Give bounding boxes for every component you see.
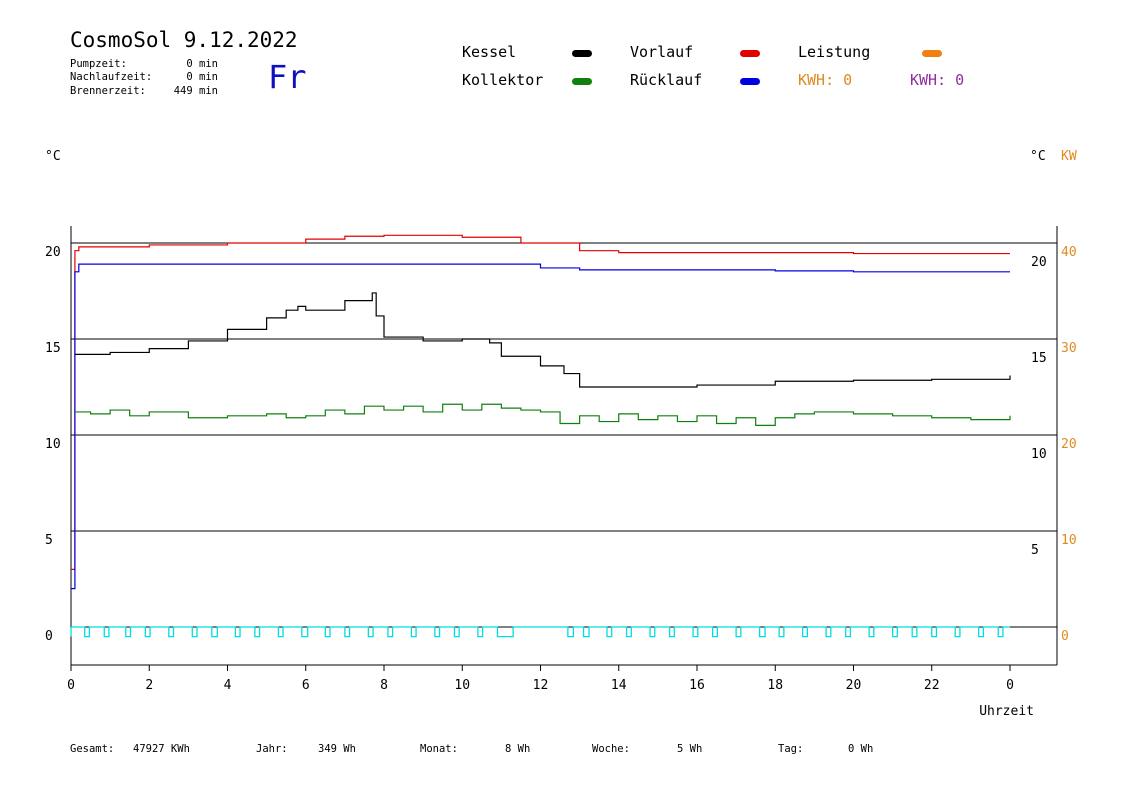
x-tick-label-0: 0	[67, 678, 75, 693]
y-tick-right-kw-40: 40	[1061, 245, 1077, 260]
series-kessel	[74, 292, 1011, 388]
footer-monat-label: Monat:	[420, 743, 458, 755]
x-tick-label-3: 6	[302, 678, 310, 693]
footer-jahr-label: Jahr:	[256, 743, 288, 755]
y-tick-right-kw-10: 10	[1061, 533, 1077, 548]
y-tick-right-kw-30: 30	[1061, 341, 1077, 356]
x-tick-label-5: 10	[454, 678, 470, 693]
x-tick-label-10: 20	[846, 678, 862, 693]
series-pumpe	[71, 626, 1010, 638]
y-tick-left-10: 10	[45, 437, 61, 452]
y-tick-right-kw-20: 20	[1061, 437, 1077, 452]
y-tick-right-c-10: 10	[1031, 447, 1047, 462]
footer-woche-value: 5 Wh	[677, 743, 703, 755]
footer-monat-value: 8 Wh	[505, 743, 531, 755]
y-tick-right-kw-0: 0	[1061, 629, 1069, 644]
x-tick-label-8: 16	[689, 678, 705, 693]
y-tick-left-15: 15	[45, 341, 61, 356]
chart-canvas: 0 5 10 15 20 5 10 15 20 0 10 20 30 40 0 2 4 6 8 10 12 14 16 18 2…	[45, 226, 1077, 719]
y-tick-right-c-15: 15	[1031, 351, 1047, 366]
x-tick-label-6: 12	[533, 678, 549, 693]
x-tick-label-1: 2	[145, 678, 153, 693]
y-tick-left-20: 20	[45, 245, 61, 260]
y-tick-right-c-5: 5	[1031, 543, 1039, 558]
x-axis-label: Uhrzeit	[979, 704, 1034, 719]
footer-gesamt-value: 47927 KWh	[133, 743, 190, 755]
x-tick-label-2: 4	[224, 678, 232, 693]
footer-tag-label: Tag:	[778, 743, 804, 755]
footer-gesamt-label: Gesamt:	[70, 743, 115, 755]
x-tick-label-4: 8	[380, 678, 388, 693]
series-ruecklauf	[71, 263, 1010, 590]
x-tick-label-12: 0	[1006, 678, 1014, 693]
x-tick-label-11: 22	[924, 678, 940, 693]
y-tick-left-0: 0	[45, 629, 53, 644]
x-tick-label-9: 18	[767, 678, 783, 693]
x-tick-label-7: 14	[611, 678, 627, 693]
footer-tag-value: 0 Wh	[848, 743, 874, 755]
footer-woche-label: Woche:	[592, 743, 630, 755]
y-tick-right-c-20: 20	[1031, 255, 1047, 270]
y-tick-left-5: 5	[45, 533, 53, 548]
series-vorlauf	[71, 234, 1010, 570]
footer-jahr-value: 349 Wh	[318, 743, 356, 755]
series-kollektor	[74, 403, 1011, 426]
